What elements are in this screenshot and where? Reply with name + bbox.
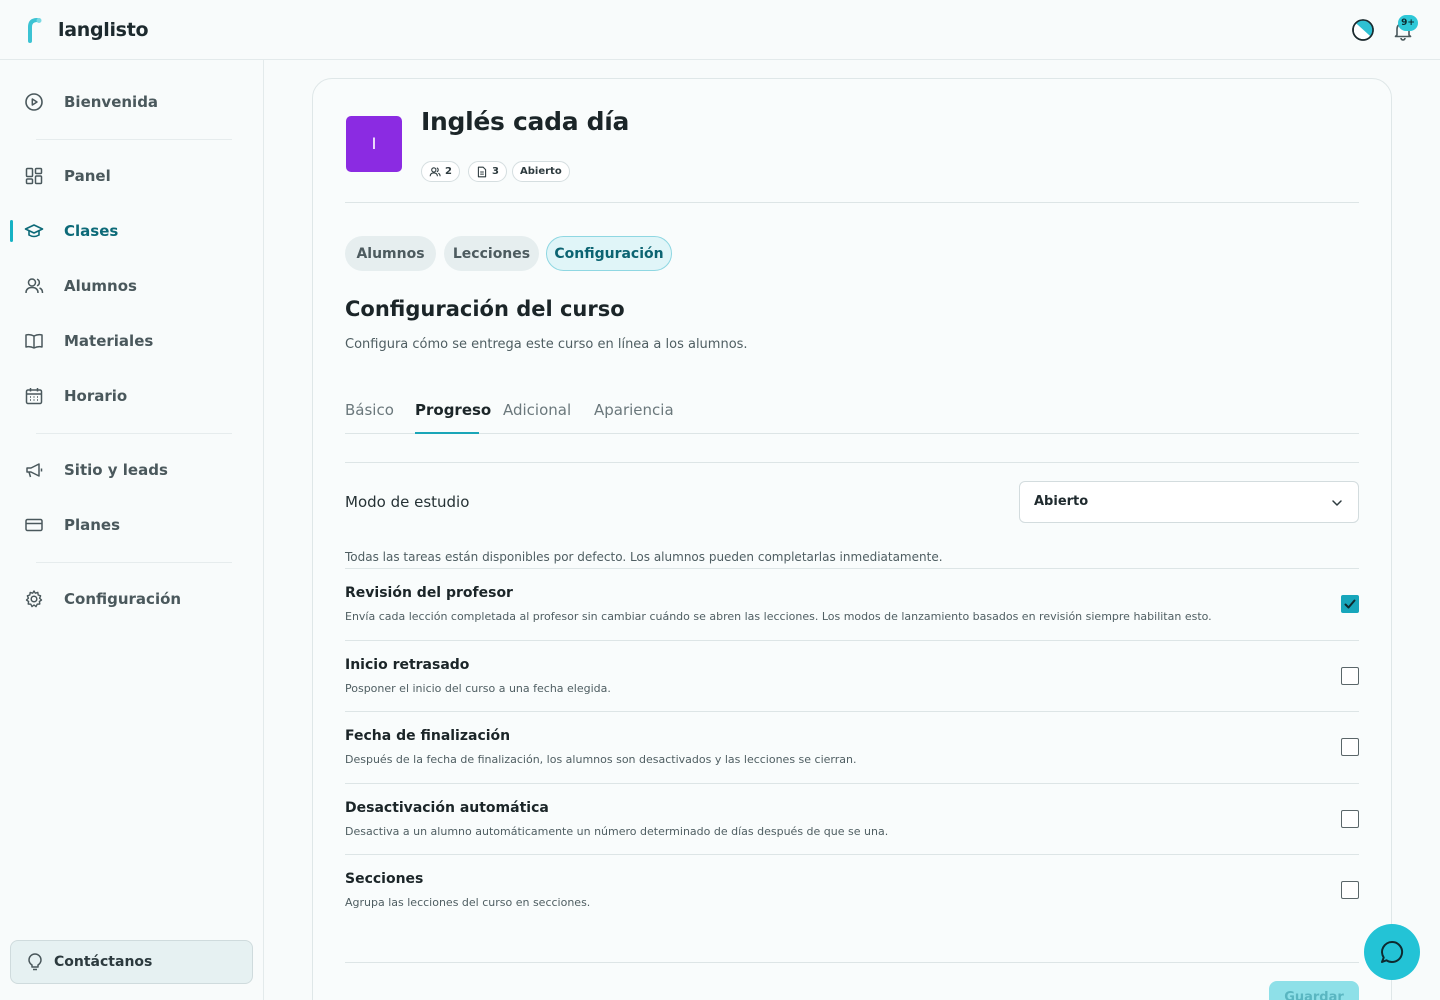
contact-label: Contáctanos (54, 954, 153, 970)
langlisto-logo-icon (28, 18, 42, 43)
contact-button[interactable]: Contáctanos (10, 940, 253, 984)
section-subtitle: Configura cómo se entrega este curso en … (345, 337, 748, 352)
course-avatar: I (346, 116, 402, 172)
sidebar-divider (36, 562, 232, 563)
section-title: Configuración del curso (345, 297, 625, 321)
sidebar-item-label: Horario (64, 387, 128, 405)
save-button[interactable]: Guardar (1269, 981, 1359, 1000)
header-divider (345, 202, 1359, 203)
option-title: Desactivación automática (345, 800, 549, 816)
checkmark-icon (1344, 599, 1356, 609)
subtabs-divider (345, 433, 1359, 434)
sidebar-item-bienvenida[interactable]: Bienvenida (0, 82, 263, 122)
option-row: Secciones Agrupa las lecciones del curso… (345, 854, 1359, 925)
sidebar-divider (36, 139, 232, 140)
sidebar-item-label: Configuración (64, 590, 182, 608)
status-badge: Abierto (512, 161, 570, 182)
subtab-apariencia[interactable]: Apariencia (594, 401, 674, 419)
play-circle-icon (25, 93, 43, 111)
sidebar-item-panel[interactable]: Panel (0, 156, 263, 196)
option-title: Secciones (345, 871, 424, 887)
sidebar-item-planes[interactable]: Planes (0, 505, 263, 545)
sidebar-item-horario[interactable]: Horario (0, 376, 263, 416)
option-title: Inicio retrasado (345, 657, 470, 673)
theme-toggle-icon[interactable] (1351, 18, 1375, 42)
chat-button[interactable] (1364, 924, 1420, 980)
sidebar-item-materiales[interactable]: Materiales (0, 321, 263, 361)
study-mode-value: Abierto (1034, 494, 1089, 509)
option-description: Posponer el inicio del curso a una fecha… (345, 682, 611, 695)
option-description: Agrupa las lecciones del curso en seccio… (345, 896, 591, 909)
status-label: Abierto (520, 166, 562, 177)
megaphone-icon (26, 463, 43, 478)
active-indicator (10, 220, 13, 242)
teacher-review-checkbox[interactable] (1341, 595, 1359, 613)
document-icon (477, 166, 487, 177)
study-mode-hint: Todas las tareas están disponibles por d… (345, 550, 943, 564)
content-divider (345, 462, 1359, 463)
footer-divider (345, 962, 1359, 963)
lightbulb-icon (28, 953, 42, 971)
subtab-basico[interactable]: Básico (345, 401, 394, 419)
tab-alumnos[interactable]: Alumnos (345, 236, 436, 271)
students-count: 2 (445, 166, 452, 177)
tab-configuracion[interactable]: Configuración (546, 236, 672, 271)
sidebar-item-alumnos[interactable]: Alumnos (0, 266, 263, 306)
study-mode-select[interactable]: Abierto (1019, 481, 1359, 523)
option-row: Fecha de finalización Después de la fech… (345, 711, 1359, 782)
course-title: Inglés cada día (421, 107, 630, 136)
sidebar-item-clases[interactable]: Clases (0, 211, 263, 251)
dashboard-grid-icon (25, 167, 43, 185)
top-bar: langlisto 9+ (0, 0, 1440, 60)
sidebar-item-label: Sitio y leads (64, 461, 168, 479)
subtab-adicional[interactable]: Adicional (503, 401, 571, 419)
delayed-start-checkbox[interactable] (1341, 667, 1359, 685)
study-mode-label: Modo de estudio (345, 493, 470, 511)
option-row: Revisión del profesor Envía cada lección… (345, 568, 1359, 639)
sidebar-divider (36, 433, 232, 434)
notification-badge: 9+ (1398, 15, 1418, 31)
end-date-checkbox[interactable] (1341, 738, 1359, 756)
book-icon (25, 333, 43, 349)
option-row: Desactivación automática Desactiva a un … (345, 783, 1359, 854)
tab-lecciones[interactable]: Lecciones (444, 236, 539, 271)
sidebar-item-label: Materiales (64, 332, 154, 350)
option-description: Desactiva a un alumno automáticamente un… (345, 825, 889, 838)
option-description: Después de la fecha de finalización, los… (345, 753, 857, 766)
option-description: Envía cada lección completada al profeso… (345, 610, 1212, 623)
users-icon (25, 278, 44, 294)
sidebar: Bienvenida Panel Clases Alumnos Material… (0, 60, 264, 1000)
gear-icon (25, 590, 43, 608)
sidebar-item-label: Planes (64, 516, 121, 534)
option-title: Revisión del profesor (345, 585, 513, 601)
calendar-icon (25, 388, 43, 405)
subtab-progreso[interactable]: Progreso (415, 401, 491, 419)
active-subtab-underline (415, 432, 479, 434)
app-name: langlisto (58, 19, 149, 41)
brand[interactable]: langlisto (26, 17, 149, 43)
sidebar-item-configuracion[interactable]: Configuración (0, 579, 263, 619)
course-card: I Inglés cada día 2 3 Abierto Alumnos Le… (312, 78, 1392, 1000)
chat-bubble-icon (1381, 940, 1404, 963)
option-row: Inicio retrasado Posponer el inicio del … (345, 640, 1359, 711)
auto-deactivation-checkbox[interactable] (1341, 810, 1359, 828)
lessons-count-chip: 3 (468, 161, 507, 182)
graduation-cap-icon (24, 224, 44, 238)
users-icon (429, 166, 441, 176)
credit-card-icon (25, 518, 43, 532)
sidebar-item-sitio-y-leads[interactable]: Sitio y leads (0, 450, 263, 490)
sidebar-item-label: Alumnos (64, 277, 137, 295)
option-title: Fecha de finalización (345, 728, 511, 744)
sidebar-item-label: Bienvenida (64, 93, 159, 111)
sidebar-item-label: Panel (64, 167, 111, 185)
lessons-count: 3 (492, 166, 499, 177)
sidebar-item-label: Clases (64, 222, 119, 240)
students-count-chip: 2 (421, 161, 460, 182)
sections-checkbox[interactable] (1341, 881, 1359, 899)
chevron-down-icon (1332, 500, 1342, 506)
